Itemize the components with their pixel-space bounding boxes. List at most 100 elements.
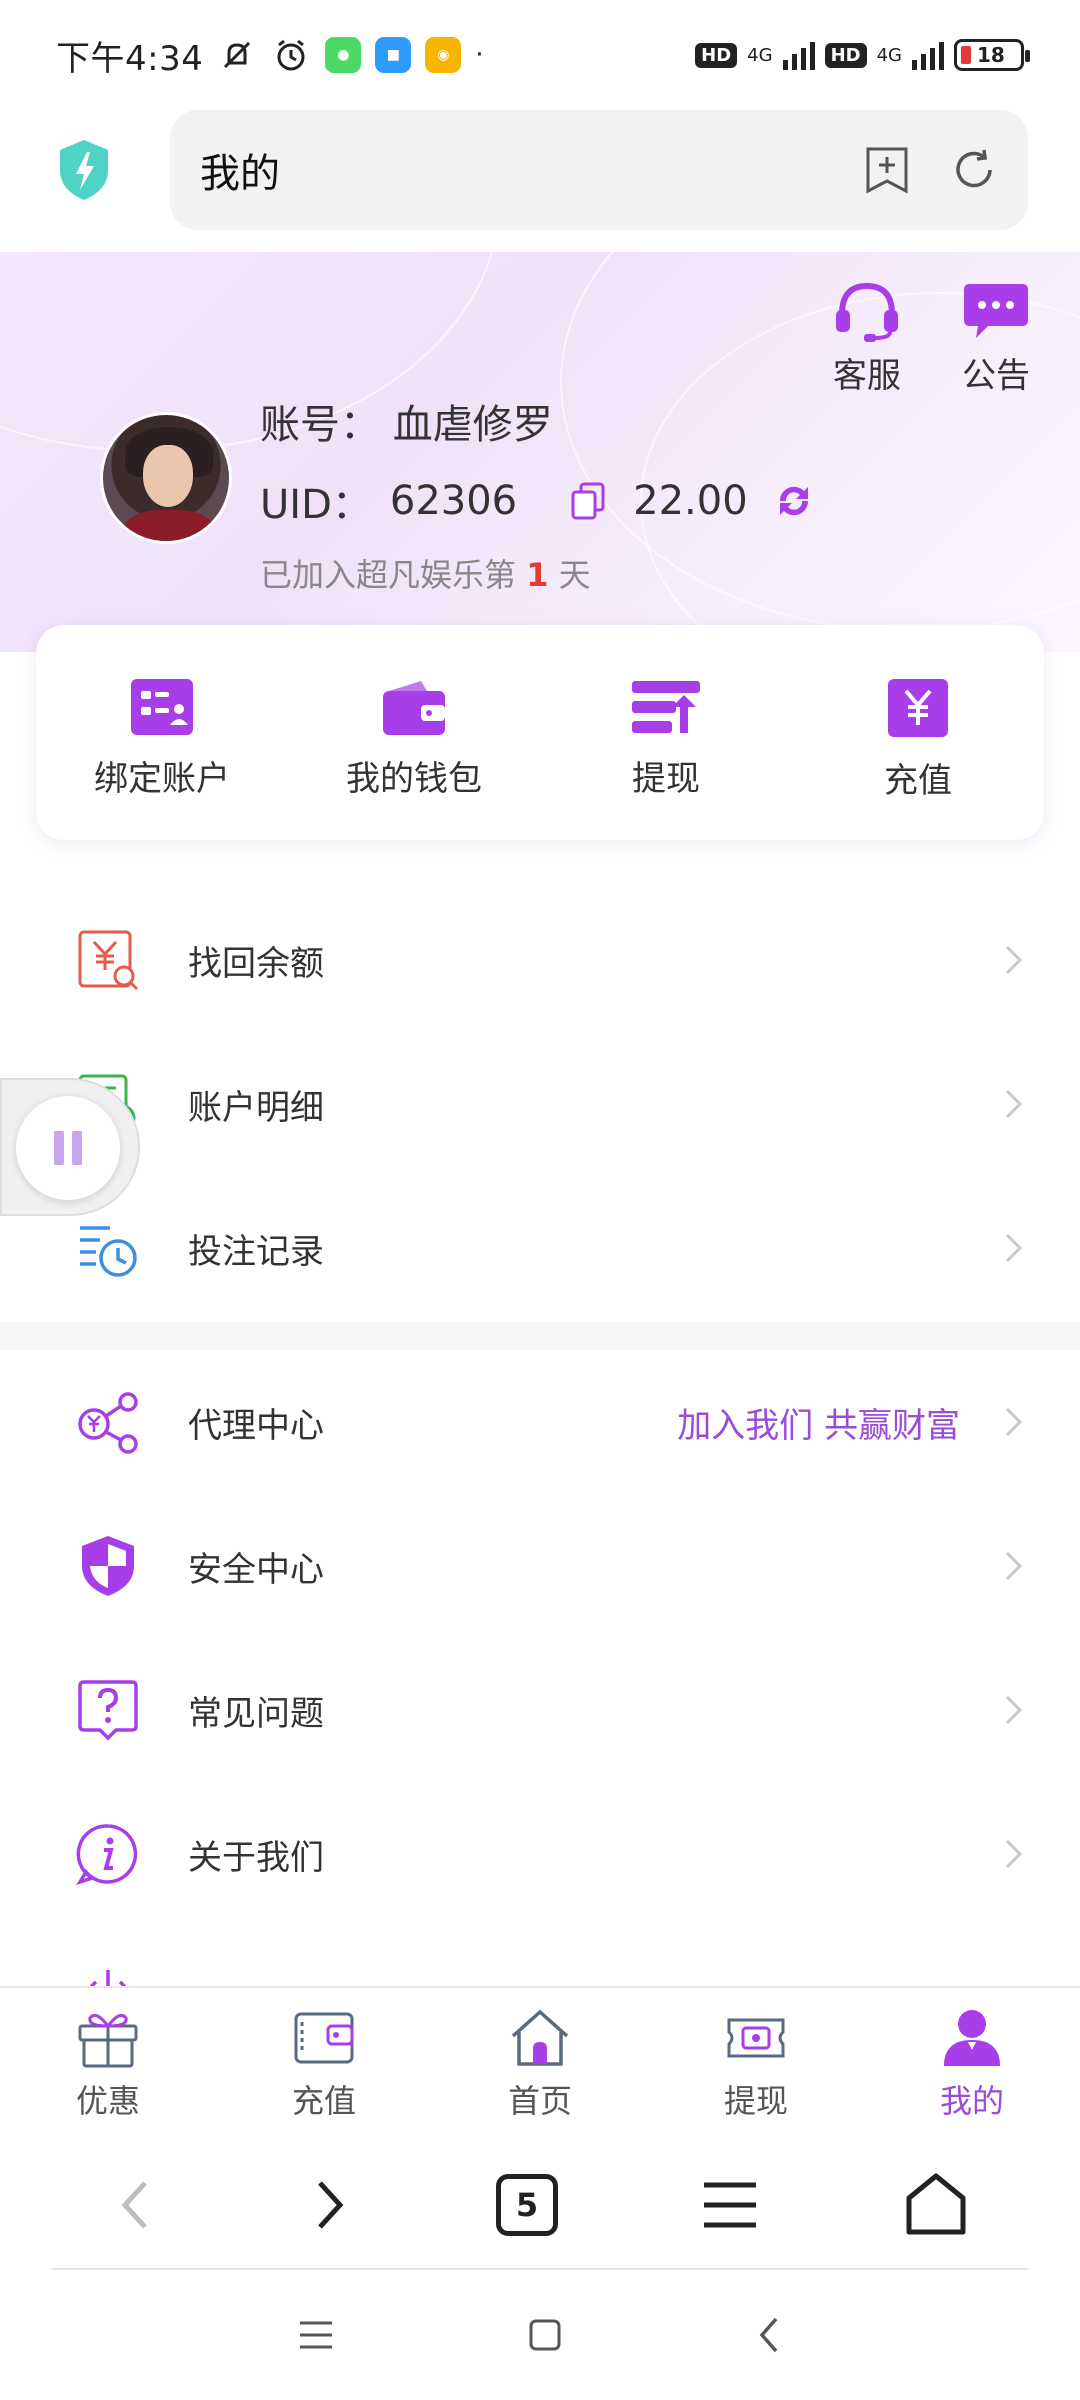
tab-count: 5 — [515, 2186, 539, 2224]
agent-center-label: 代理中心 — [188, 1405, 324, 1446]
customer-service-button[interactable]: 客服 — [832, 280, 902, 397]
system-home-icon[interactable] — [527, 2317, 563, 2353]
recover-balance-icon — [78, 930, 139, 991]
menu-item-account-details[interactable]: 账户明细 — [0, 1032, 1080, 1176]
alarm-icon — [277, 39, 305, 71]
balance-value: 22.00 — [633, 478, 748, 524]
battery-level: 18 — [977, 43, 1005, 67]
notice-chat-icon — [964, 284, 1028, 338]
battery-icon: 18 — [954, 39, 1030, 71]
network-label-1: 4G — [747, 44, 773, 66]
tab-withdraw[interactable]: 提现 — [648, 1988, 864, 2138]
uid-label: UID： — [260, 482, 372, 528]
quick-actions-card: 绑定账户 我的钱包 提现 充值 — [36, 625, 1044, 840]
refresh-balance-icon[interactable] — [772, 479, 816, 523]
notice-label: 公告 — [962, 356, 1030, 396]
weibo-icon: ◉ — [425, 37, 462, 73]
my-wallet-button[interactable]: 我的钱包 — [288, 625, 540, 840]
url-box[interactable]: 我的 — [170, 110, 1028, 230]
chevron-right-icon — [993, 1407, 1023, 1437]
joined-days-row: 已加入超凡娱乐第 1 天 — [260, 550, 816, 596]
menu-item-agent-center[interactable]: 代理中心 加入我们 共赢财富 — [0, 1350, 1080, 1494]
back-icon[interactable] — [111, 2175, 161, 2235]
security-center-label: 安全中心 — [188, 1549, 324, 1590]
menu-item-security-center[interactable]: 安全中心 — [0, 1494, 1080, 1638]
refresh-icon[interactable] — [950, 146, 998, 194]
tab-mine-label: 我的 — [939, 2082, 1004, 2120]
withdraw-button[interactable]: 提现 — [540, 625, 792, 840]
recover-balance-label: 找回余额 — [188, 943, 324, 984]
bind-account-button[interactable]: 绑定账户 — [36, 625, 288, 840]
account-details-label: 账户明细 — [188, 1087, 324, 1128]
profile-header: 客服 公告 账号： 血虐修罗 UID： 62306 22.00 已加入超凡娱乐第… — [0, 252, 1080, 652]
bind-account-label: 绑定账户 — [94, 759, 230, 799]
tab-promotions-label: 优惠 — [75, 2082, 140, 2120]
account-name: 血虐修罗 — [392, 402, 553, 448]
chevron-right-icon — [993, 1695, 1023, 1725]
add-bookmark-icon[interactable] — [864, 145, 910, 195]
tabs-button[interactable]: 5 — [495, 2174, 558, 2236]
bottom-tab-bar: 优惠 充值 首页 提现 我的 — [0, 1986, 1080, 2138]
question-icon — [78, 1680, 138, 1741]
joined-prefix: 已加入超凡娱乐第 — [260, 556, 517, 594]
recent-apps-icon[interactable] — [296, 2318, 336, 2352]
tab-home[interactable]: 首页 — [432, 1988, 648, 2138]
page-title: 我的 — [200, 151, 280, 197]
app-notify-icon: ● — [325, 37, 362, 73]
withdraw-icon — [632, 681, 700, 733]
ticket-money-icon — [727, 2018, 785, 2058]
home-icon — [511, 2009, 569, 2066]
network-label-2: 4G — [876, 44, 902, 66]
menu-icon[interactable] — [700, 2179, 760, 2231]
hd-badge-2: HD — [824, 42, 867, 68]
menu-item-recover-balance[interactable]: 找回余额 — [0, 888, 1080, 1032]
tab-recharge[interactable]: 充值 — [216, 1988, 432, 2138]
status-time: 下午4:34 — [56, 38, 204, 79]
share-network-icon — [78, 1392, 138, 1454]
chevron-right-icon — [993, 1839, 1023, 1869]
tab-home-label: 首页 — [507, 2082, 572, 2120]
tab-recharge-label: 充值 — [291, 2082, 356, 2120]
info-icon — [76, 1824, 138, 1886]
avatar[interactable] — [100, 412, 232, 544]
chevron-right-icon — [993, 1233, 1023, 1263]
recharge-button[interactable]: 充值 — [792, 625, 1044, 840]
menu-item-about-us[interactable]: 关于我们 — [0, 1782, 1080, 1926]
signal-icon-2 — [912, 40, 944, 70]
wallet-card-icon — [294, 2012, 354, 2064]
browser-nav-bar: 5 — [0, 2140, 1080, 2270]
my-wallet-label: 我的钱包 — [346, 759, 482, 799]
chat-app-icon: ■ — [375, 37, 412, 73]
shield-icon — [82, 1536, 134, 1596]
hd-badge-1: HD — [695, 42, 738, 68]
tab-withdraw-label: 提现 — [723, 2082, 788, 2120]
joined-days: 1 — [526, 556, 549, 594]
notification-icons: ● ■ ◉ · — [217, 35, 484, 75]
chevron-right-icon — [993, 1551, 1023, 1581]
tab-promotions[interactable]: 优惠 — [0, 1988, 216, 2138]
security-shield-icon[interactable] — [56, 138, 112, 202]
menu-item-faq[interactable]: 常见问题 — [0, 1638, 1080, 1782]
faq-label: 常见问题 — [188, 1693, 324, 1734]
bet-records-label: 投注记录 — [188, 1231, 324, 1272]
user-icon — [944, 2010, 1000, 2066]
system-back-icon[interactable] — [754, 2315, 784, 2355]
about-us-label: 关于我们 — [188, 1837, 324, 1878]
mute-icon — [224, 41, 251, 69]
account-label: 账号： — [260, 402, 380, 448]
pause-icon[interactable] — [16, 1096, 120, 1200]
agent-center-promo: 加入我们 共赢财富 — [677, 1405, 960, 1446]
menu-item-bet-records[interactable]: 投注记录 — [0, 1176, 1080, 1320]
floating-pause-bubble[interactable] — [0, 1078, 140, 1216]
notice-button[interactable]: 公告 — [962, 280, 1030, 397]
browser-home-icon[interactable] — [903, 2172, 969, 2238]
joined-suffix: 天 — [558, 556, 591, 594]
status-bar: 下午4:34 ● ■ ◉ · HD 4G HD 4G 18 — [0, 0, 1080, 110]
withdraw-label: 提现 — [632, 759, 700, 799]
chevron-right-icon — [993, 1089, 1023, 1119]
copy-icon[interactable] — [571, 482, 605, 520]
uid-row: UID： 62306 22.00 — [260, 472, 816, 530]
forward-icon[interactable] — [304, 2175, 354, 2235]
section-divider — [0, 1322, 1080, 1350]
tab-mine[interactable]: 我的 — [864, 1988, 1080, 2138]
